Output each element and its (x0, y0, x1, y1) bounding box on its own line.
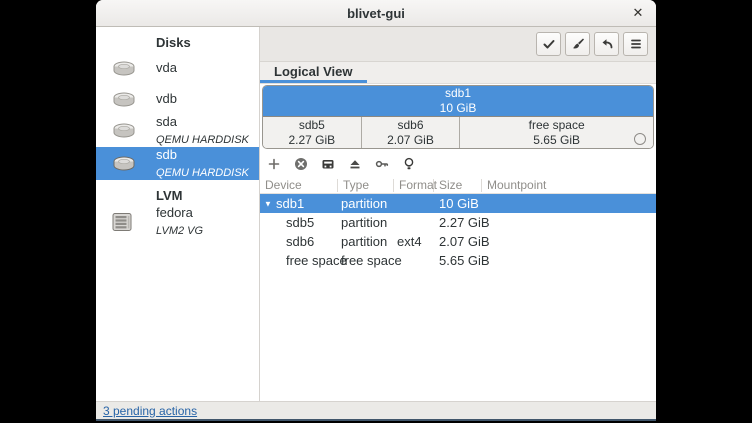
clear-button[interactable] (565, 32, 590, 56)
edit-partition-button[interactable] (321, 157, 335, 171)
column-header-device[interactable]: Device (260, 179, 338, 192)
sidebar-header-lvm: LVM (96, 180, 259, 206)
harddisk-icon (111, 60, 137, 78)
harddisk-icon (111, 155, 137, 173)
cell-device: sdb6 (260, 234, 338, 249)
app-window: blivet-gui ✕ Disks vda vdb (96, 0, 656, 421)
brush-icon (571, 37, 585, 51)
statusbar: 3 pending actions (96, 401, 656, 419)
partition-action-bar (260, 151, 656, 177)
device-label: sdb (156, 147, 177, 162)
menu-button[interactable] (623, 32, 648, 56)
close-icon[interactable]: ✕ (629, 4, 647, 22)
table-row-sdb6[interactable]: sdb6 partition ext4 2.07 GiB (260, 232, 656, 251)
table-row-sdb1[interactable]: ▼ sdb1 partition 10 GiB (260, 194, 656, 213)
device-label: fedora (156, 205, 193, 220)
harddisk-icon (111, 91, 137, 109)
eject-icon (348, 157, 362, 171)
partition-name: sdb6 (362, 118, 460, 133)
cell-size: 10 GiB (434, 196, 482, 211)
main-pane: Logical View sdb1 10 GiB sdb5 2.27 GiB (260, 27, 656, 401)
cell-type: partition (338, 196, 394, 211)
titlebar: blivet-gui ✕ (96, 0, 656, 27)
device-sublabel: QEMU HARDDISK (156, 167, 249, 179)
device-label: vda (156, 60, 177, 75)
sidebar-item-vda[interactable]: vda (96, 53, 259, 84)
device-sublabel: LVM2 VG (156, 225, 203, 237)
column-header-size[interactable]: Size (434, 179, 482, 192)
cell-type: free space (338, 253, 394, 268)
info-button[interactable] (402, 157, 416, 171)
cell-device: sdb5 (260, 215, 338, 230)
device-label: vdb (156, 91, 177, 106)
device-sublabel: QEMU HARDDISK (156, 134, 249, 146)
partition-size: 5.65 GiB (460, 133, 653, 148)
cell-device: sdb1 (276, 196, 304, 211)
column-header-format[interactable]: Format (394, 179, 434, 192)
partition-size: 2.07 GiB (362, 133, 460, 148)
hamburger-icon (629, 37, 643, 51)
cell-size: 2.27 GiB (434, 215, 482, 230)
device-label: sda (156, 114, 177, 129)
column-header-type[interactable]: Type (338, 179, 394, 192)
cell-size: 5.65 GiB (434, 253, 482, 268)
edit-icon (321, 157, 335, 171)
diagram-block-free-space[interactable]: free space 5.65 GiB (460, 117, 653, 148)
device-sidebar: Disks vda vdb sda QEMU HARDDIS (96, 27, 260, 401)
main-toolbar (260, 27, 656, 62)
sidebar-header-disks: Disks (96, 27, 259, 53)
column-header-mountpoint[interactable]: Mountpoint (482, 179, 656, 192)
undo-button[interactable] (594, 32, 619, 56)
decrypt-button[interactable] (375, 157, 389, 171)
delete-partition-button[interactable] (294, 157, 308, 171)
sidebar-item-sdb[interactable]: sdb QEMU HARDDISK (96, 147, 259, 180)
undo-arrow-icon (600, 37, 614, 51)
table-row-sdb5[interactable]: sdb5 partition 2.27 GiB (260, 213, 656, 232)
tab-logical-view[interactable]: Logical View (260, 62, 367, 83)
delete-circle-icon (294, 157, 308, 171)
diagram-block-sdb6[interactable]: sdb6 2.07 GiB (362, 117, 461, 148)
partition-size: 10 GiB (263, 101, 653, 116)
plus-icon (267, 157, 281, 171)
diagram-block-sdb1[interactable]: sdb1 10 GiB (263, 86, 653, 117)
window-title: blivet-gui (347, 6, 405, 21)
sidebar-item-vdb[interactable]: vdb (96, 84, 259, 115)
view-tabbar: Logical View (260, 62, 656, 84)
harddisk-icon (111, 122, 137, 140)
table-header: Device Type Format Size Mountpoint (260, 177, 656, 194)
cell-format: ext4 (394, 234, 434, 249)
multidisk-icon (111, 212, 133, 232)
sidebar-item-sda[interactable]: sda QEMU HARDDISK (96, 115, 259, 147)
free-space-circle-icon (634, 133, 646, 145)
check-icon (542, 37, 556, 51)
sidebar-item-fedora[interactable]: fedora LVM2 VG (96, 206, 259, 238)
expander-icon[interactable]: ▼ (264, 199, 272, 208)
lightbulb-icon (402, 157, 416, 171)
cell-size: 2.07 GiB (434, 234, 482, 249)
table-row-free-space[interactable]: free space free space 5.65 GiB (260, 251, 656, 270)
partition-size: 2.27 GiB (263, 133, 361, 148)
cell-device: free space (260, 253, 338, 268)
apply-button[interactable] (536, 32, 561, 56)
partition-name: sdb5 (263, 118, 361, 133)
partition-diagram: sdb1 10 GiB sdb5 2.27 GiB sdb6 2.07 GiB (262, 85, 654, 149)
cell-type: partition (338, 234, 394, 249)
partition-name: free space (460, 118, 653, 133)
key-icon (375, 157, 389, 171)
add-partition-button[interactable] (267, 157, 281, 171)
pending-actions-link[interactable]: 3 pending actions (103, 404, 197, 418)
partition-content: sdb1 10 GiB sdb5 2.27 GiB sdb6 2.07 GiB (260, 84, 656, 401)
cell-type: partition (338, 215, 394, 230)
partition-name: sdb1 (263, 86, 653, 101)
unmount-button[interactable] (348, 157, 362, 171)
diagram-block-sdb5[interactable]: sdb5 2.27 GiB (263, 117, 362, 148)
